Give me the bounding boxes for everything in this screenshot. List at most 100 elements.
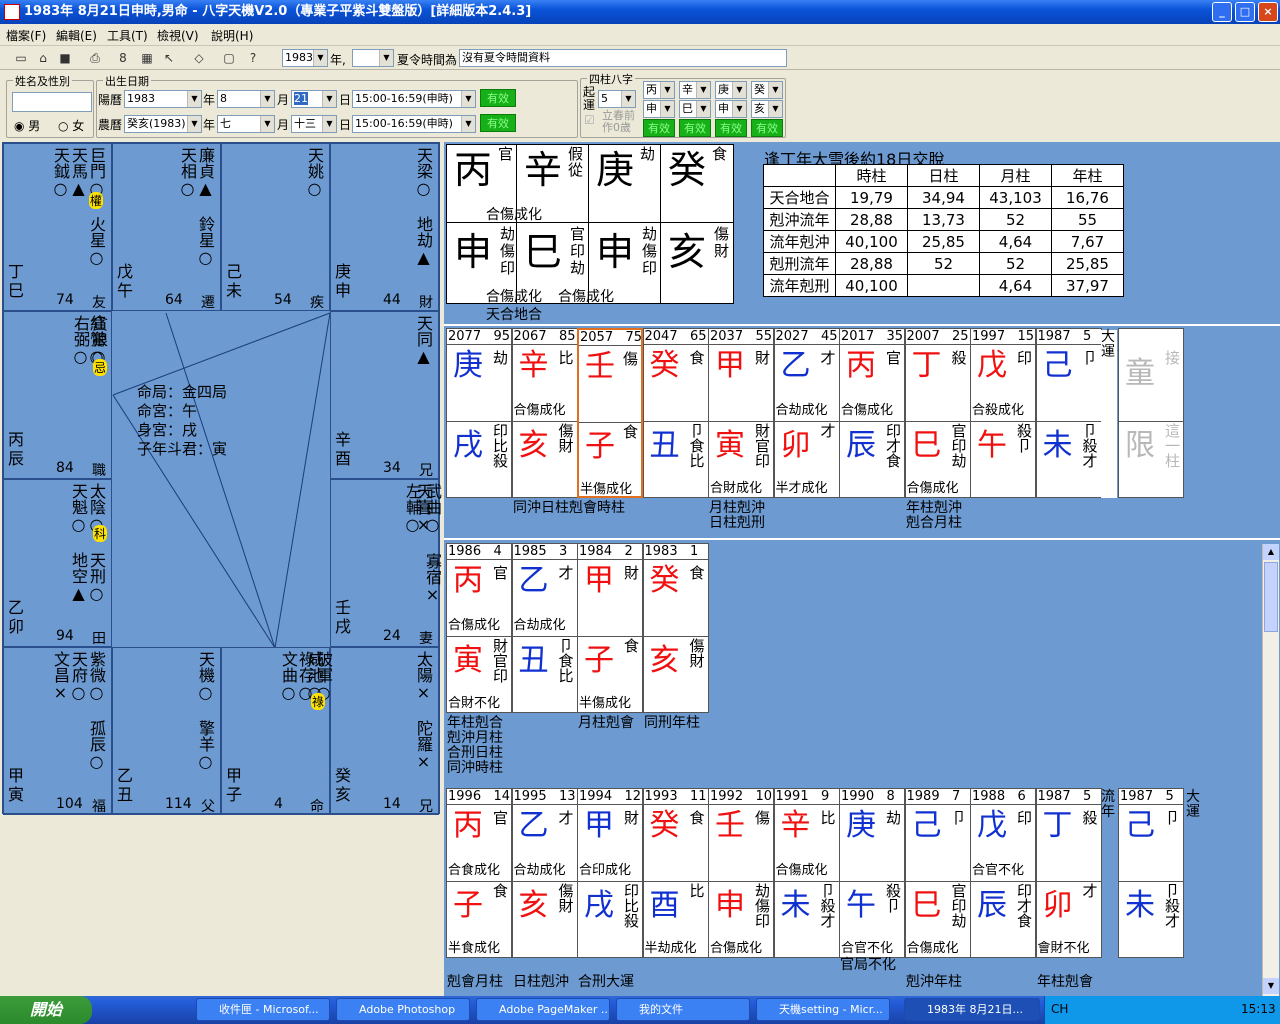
menu-tools[interactable]: 工具(T) xyxy=(107,27,148,44)
pillar-select-4[interactable]: 癸 ▼ xyxy=(751,81,783,99)
solar-time-select[interactable]: 15:00-16:59(申時) ▼ xyxy=(352,90,476,108)
scroll-up-icon[interactable]: ▲ xyxy=(1263,544,1279,560)
palace[interactable]: 天姚○ 己未 54 疾 xyxy=(221,143,330,311)
palace[interactable]: 天鉞○ 天馬▲ 巨門○ 權火星○ 丁巳 74 友 xyxy=(3,143,112,311)
pillar-select-1[interactable]: 丙 ▼ xyxy=(643,81,675,99)
pillar-valid-2[interactable]: 有效 xyxy=(679,119,711,137)
luck-column[interactable]: 1983 1 癸食亥傷財 xyxy=(642,543,709,713)
page-icon[interactable]: ▢ xyxy=(220,49,238,67)
pillar-valid-3[interactable]: 有效 xyxy=(715,119,747,137)
luck-column[interactable]: 1995 13 乙才亥傷財 合劫成化 xyxy=(511,788,578,958)
menu-help[interactable]: 說明(H) xyxy=(211,27,253,44)
pillar-select-8[interactable]: 亥 ▼ xyxy=(751,100,783,118)
qiyun-select[interactable]: 5 ▼ xyxy=(598,90,636,108)
luck-column[interactable]: 2037 55 甲財寅財官印 合財成化 xyxy=(708,328,774,498)
year-select[interactable]: 1983 ▼ xyxy=(282,49,328,67)
scroll-down-icon[interactable]: ▼ xyxy=(1263,978,1279,994)
luck-column[interactable]: 1990 8 庚劫午殺卩 合官不化 xyxy=(839,788,905,958)
luck-column[interactable]: 1991 9 辛比未卩殺才 合傷成化 xyxy=(773,788,840,958)
palace[interactable]: 天梁○ 地劫▲ 庚申 44 財 xyxy=(330,143,439,311)
luck-stem: 壬 xyxy=(715,808,745,843)
luck-stem: 己 xyxy=(1125,808,1155,843)
ziwei-icon[interactable]: ▦ xyxy=(138,49,156,67)
luck-column[interactable]: 1992 10 壬傷申劫傷印 合傷成化 xyxy=(708,788,774,958)
luck-column[interactable]: 1996 14 丙官子食 合食成化 半食成化 xyxy=(446,788,512,958)
taskbar-item[interactable]: Adobe Photoshop xyxy=(336,998,470,1021)
luck-column[interactable]: 1997 15 戊印午殺卩 合殺成化 xyxy=(970,328,1036,498)
luck-branch: 丑 xyxy=(649,428,680,463)
luck-column[interactable]: 2027 45 乙才卯才合劫成化 半才成化 xyxy=(773,328,840,498)
lichun-checkbox[interactable]: ☑ xyxy=(584,113,595,127)
erase-icon[interactable]: ◇ xyxy=(190,49,208,67)
language-indicator[interactable]: CH xyxy=(1051,1002,1068,1016)
taskbar-item[interactable]: 我的文件 xyxy=(616,998,750,1021)
table-cell: 4,64 xyxy=(979,274,1052,297)
luck-column[interactable]: 2077 95 庚劫戌印比殺 xyxy=(446,328,512,498)
gender-female-radio[interactable]: ○ 女 xyxy=(58,117,84,134)
luck-column[interactable]: 2047 65 癸食丑卩食比 xyxy=(642,328,709,498)
luck-column[interactable]: 1987 5 己卩未卩殺才 xyxy=(1035,328,1102,498)
solar-valid-button[interactable]: 有效 xyxy=(480,89,516,107)
luck-stem-god: 比 xyxy=(820,809,836,827)
taskbar-item[interactable]: Adobe PageMaker ... xyxy=(476,998,610,1021)
pillar-select-5[interactable]: 申 ▼ xyxy=(643,100,675,118)
print-icon[interactable]: ⎙ xyxy=(86,49,104,67)
palace[interactable]: 文昌× 天府○ 紫微○ 孤辰○ 甲寅 104 福 xyxy=(3,647,112,815)
palace[interactable]: 天同▲ 辛酉 34 兄 xyxy=(330,311,439,479)
lunar-day-select[interactable]: 十三 ▼ xyxy=(291,115,337,133)
luck-column[interactable]: 1985 3 乙才丑卩食比 合劫成化 xyxy=(511,543,578,713)
luck-column[interactable]: 1987 5 丁殺卯才會財不化 xyxy=(1035,788,1102,958)
lunar-year-select[interactable]: 癸亥(1983) ▼ xyxy=(124,115,202,133)
pillar-select-6[interactable]: 巳 ▼ xyxy=(679,100,711,118)
start-button[interactable]: 開始 xyxy=(0,996,92,1024)
luck-column[interactable]: 2007 25 丁殺巳官印劫 合傷成化 xyxy=(904,328,971,498)
name-input[interactable] xyxy=(12,92,92,112)
vertical-scrollbar[interactable]: ▲ ▼ xyxy=(1262,544,1279,996)
menu-file[interactable]: 檔案(F) xyxy=(6,27,46,44)
palace[interactable]: 天魁○ 太陰○ 天刑○ 地空▲ 乙卯 94 田 xyxy=(3,479,112,647)
luck-column[interactable]: 1989 7 己卩巳官印劫 合傷成化 xyxy=(904,788,971,958)
palace[interactable]: 太陽× 陀羅× 癸亥 14 兄 xyxy=(330,647,439,815)
pillar-select-3[interactable]: 庚 ▼ xyxy=(715,81,747,99)
scroll-thumb[interactable] xyxy=(1264,562,1278,632)
taskbar-item[interactable]: 收件匣 - Microsof... xyxy=(196,998,330,1021)
pillar-select-2[interactable]: 辛 ▼ xyxy=(679,81,711,99)
month-select[interactable]: ▼ xyxy=(352,49,394,67)
maximize-button[interactable]: □ xyxy=(1235,2,1255,22)
minimize-button[interactable]: _ xyxy=(1212,2,1232,22)
solar-day-select[interactable]: 21 ▼ xyxy=(291,90,337,108)
luck-column[interactable]: 1993 11 癸食酉比半劫成化 xyxy=(642,788,709,958)
solar-month-select[interactable]: 8 ▼ xyxy=(217,90,275,108)
save-icon[interactable]: ■ xyxy=(56,49,74,67)
pillar-select-7[interactable]: 申 ▼ xyxy=(715,100,747,118)
palace[interactable]: 天相○ 廉貞▲ 鈴星○ 戊午 64 遷 xyxy=(112,143,221,311)
luck-stem: 辛 xyxy=(780,808,811,843)
luck-column[interactable]: 1986 4 丙官寅財官印 合傷成化 合財不化 xyxy=(446,543,512,713)
luck-column[interactable]: 1988 6 戊印辰印才食 合官不化 xyxy=(970,788,1036,958)
pillar-valid-4[interactable]: 有效 xyxy=(751,119,783,137)
luck-column[interactable]: 1994 12 甲財戌印比殺 合印成化 xyxy=(577,788,643,958)
open-folder-icon[interactable]: ⌂ xyxy=(34,49,52,67)
menu-view[interactable]: 檢視(V) xyxy=(157,27,199,44)
pillar-valid-1[interactable]: 有效 xyxy=(643,119,675,137)
close-button[interactable]: × xyxy=(1258,2,1278,22)
help-icon[interactable]: ? xyxy=(244,49,262,67)
taskbar-item[interactable]: 天機setting - Micr... xyxy=(756,998,890,1021)
lunar-month-select[interactable]: 七 ▼ xyxy=(217,115,275,133)
luck-column[interactable]: 2067 85 辛比亥傷財 合傷成化 xyxy=(511,328,578,498)
new-file-icon[interactable]: ▭ xyxy=(12,49,30,67)
luck-column[interactable]: 1984 2 甲財子食半傷成化 xyxy=(577,543,643,713)
tool-icon[interactable]: ↖ xyxy=(160,49,178,67)
taskbar-item[interactable]: 1983年 8月21日... xyxy=(904,998,1040,1021)
lunar-valid-button[interactable]: 有效 xyxy=(480,114,516,132)
luck-column[interactable]: 1987 5 己卩未卩殺才 xyxy=(1118,788,1184,958)
bazi-icon[interactable]: 8 xyxy=(114,49,132,67)
luck-year-age: 2057 75 xyxy=(579,330,643,346)
menu-edit[interactable]: 編輯(E) xyxy=(56,27,97,44)
luck-column[interactable]: 2017 35 丙官辰印才食 合傷成化 xyxy=(839,328,905,498)
palace[interactable]: 天機○ 擎羊○ 乙丑 114 父 xyxy=(112,647,221,815)
gender-male-radio[interactable]: ◉ 男 xyxy=(14,117,40,134)
solar-year-select[interactable]: 1983 ▼ xyxy=(124,90,202,108)
lunar-time-select[interactable]: 15:00-16:59(申時) ▼ xyxy=(352,115,476,133)
luck-column[interactable]: 2057 75 壬傷子食半傷成化 xyxy=(577,328,643,498)
